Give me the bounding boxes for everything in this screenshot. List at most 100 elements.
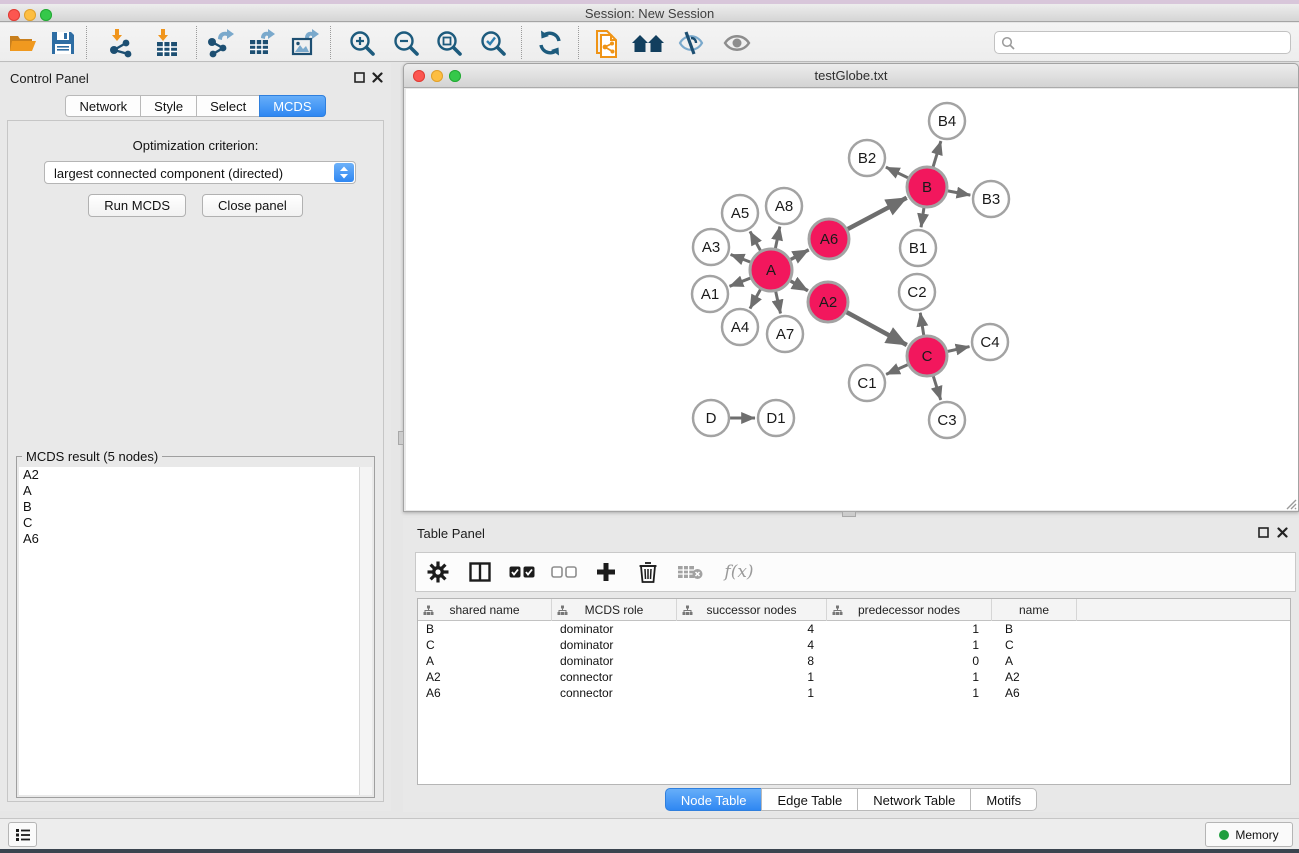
tab-select[interactable]: Select <box>196 95 259 117</box>
select-all-columns-button[interactable] <box>508 558 536 586</box>
table-cell[interactable]: A2 <box>418 669 552 685</box>
network-node-C3[interactable]: C3 <box>929 402 965 438</box>
network-vertical-scroll-thumb[interactable] <box>398 431 404 445</box>
delete-column-button[interactable] <box>634 558 662 586</box>
network-node-D[interactable]: D <box>693 400 729 436</box>
tab-network[interactable]: Network <box>65 95 140 117</box>
column-header-successor-nodes[interactable]: successor nodes <box>677 599 827 621</box>
open-file-button[interactable] <box>6 27 40 59</box>
refresh-button[interactable] <box>533 27 567 59</box>
network-node-A4[interactable]: A4 <box>722 309 758 345</box>
table-cell[interactable]: C <box>418 637 552 653</box>
network-node-A1[interactable]: A1 <box>692 276 728 312</box>
table-cell[interactable]: C <box>992 637 1077 653</box>
table-row[interactable]: Cdominator41C <box>418 637 1290 653</box>
home-layout-button[interactable] <box>631 27 665 59</box>
zoom-fit-button[interactable] <box>432 27 466 59</box>
network-node-A[interactable]: A <box>750 249 792 291</box>
mcds-result-item[interactable]: A6 <box>19 531 359 547</box>
memory-button[interactable]: Memory <box>1205 822 1293 847</box>
table-row[interactable]: A2connector11A2 <box>418 669 1290 685</box>
network-node-C4[interactable]: C4 <box>972 324 1008 360</box>
table-cell[interactable]: 1 <box>827 637 992 653</box>
unselect-all-columns-button[interactable] <box>550 558 578 586</box>
table-cell[interactable]: A <box>992 653 1077 669</box>
delete-table-button[interactable] <box>676 558 704 586</box>
table-cell[interactable]: 1 <box>827 669 992 685</box>
export-image-button[interactable] <box>288 27 322 59</box>
network-horizontal-scroll-thumb[interactable] <box>842 511 856 517</box>
import-network-button[interactable] <box>104 27 138 59</box>
result-scrollbar[interactable] <box>359 467 372 795</box>
table-cell[interactable]: dominator <box>552 653 677 669</box>
table-cell[interactable]: connector <box>552 685 677 701</box>
tab-edge-table[interactable]: Edge Table <box>761 788 857 811</box>
mcds-result-item[interactable]: A <box>19 483 359 499</box>
table-cell[interactable]: 4 <box>677 621 827 637</box>
mcds-result-item[interactable]: B <box>19 499 359 515</box>
resize-grip[interactable] <box>1284 497 1297 510</box>
network-node-A3[interactable]: A3 <box>693 229 729 265</box>
table-cell[interactable]: connector <box>552 669 677 685</box>
column-header-shared-name[interactable]: shared name <box>418 599 552 621</box>
show-graphics-details-button[interactable] <box>720 27 754 59</box>
import-table-button[interactable] <box>150 27 184 59</box>
table-cell[interactable]: 1 <box>827 621 992 637</box>
network-node-B[interactable]: B <box>907 167 947 207</box>
column-header-MCDS-role[interactable]: MCDS role <box>552 599 677 621</box>
function-builder-button[interactable]: f(x) <box>718 558 760 586</box>
network-node-C[interactable]: C <box>907 336 947 376</box>
network-node-B4[interactable]: B4 <box>929 103 965 139</box>
search-input[interactable] <box>1019 33 1284 52</box>
new-network-from-file-button[interactable] <box>591 27 625 59</box>
network-window-titlebar[interactable]: testGlobe.txt <box>404 64 1298 88</box>
network-node-C1[interactable]: C1 <box>849 365 885 401</box>
network-node-A8[interactable]: A8 <box>766 188 802 224</box>
mcds-result-item[interactable]: A2 <box>19 467 359 483</box>
tab-node-table[interactable]: Node Table <box>665 788 762 811</box>
table-cell[interactable]: 1 <box>677 669 827 685</box>
save-session-button[interactable] <box>46 27 80 59</box>
run-mcds-button[interactable]: Run MCDS <box>88 194 186 217</box>
zoom-in-button[interactable] <box>345 27 379 59</box>
optimization-criterion-select[interactable]: largest connected component (directed) <box>44 161 356 184</box>
network-node-B2[interactable]: B2 <box>849 140 885 176</box>
network-node-A5[interactable]: A5 <box>722 195 758 231</box>
column-header-name[interactable]: name <box>992 599 1077 621</box>
table-row[interactable]: Adominator80A <box>418 653 1290 669</box>
table-cell[interactable]: dominator <box>552 621 677 637</box>
zoom-out-button[interactable] <box>389 27 423 59</box>
table-cell[interactable]: 0 <box>827 653 992 669</box>
table-cell[interactable]: B <box>418 621 552 637</box>
task-history-button[interactable] <box>8 822 37 847</box>
network-node-B1[interactable]: B1 <box>900 230 936 266</box>
tab-network-table[interactable]: Network Table <box>857 788 970 811</box>
tab-style[interactable]: Style <box>140 95 196 117</box>
show-column-button[interactable] <box>466 558 494 586</box>
hide-graphics-details-button[interactable] <box>674 27 708 59</box>
network-node-A7[interactable]: A7 <box>767 316 803 352</box>
network-canvas[interactable]: B4B2BB3A5A8A6A3B1AC2A1A2A4A7CC4C1C3DD1 <box>406 89 1298 510</box>
table-cell[interactable]: B <box>992 621 1077 637</box>
table-cell[interactable]: 4 <box>677 637 827 653</box>
table-cell[interactable]: A6 <box>992 685 1077 701</box>
network-node-A6[interactable]: A6 <box>809 219 849 259</box>
table-cell[interactable]: 1 <box>827 685 992 701</box>
tab-mcds[interactable]: MCDS <box>259 95 325 117</box>
close-panel-button[interactable]: Close panel <box>202 194 303 217</box>
mcds-result-item[interactable]: C <box>19 515 359 531</box>
tab-motifs[interactable]: Motifs <box>970 788 1037 811</box>
export-network-button[interactable] <box>203 27 237 59</box>
mcds-result-list[interactable]: A2ABCA6 <box>19 467 359 795</box>
close-panel-icon[interactable] <box>1277 527 1288 538</box>
table-cell[interactable]: A6 <box>418 685 552 701</box>
network-node-A2[interactable]: A2 <box>808 282 848 322</box>
close-panel-icon[interactable] <box>372 72 383 83</box>
table-row[interactable]: A6connector11A6 <box>418 685 1290 701</box>
table-cell[interactable]: 1 <box>677 685 827 701</box>
float-panel-icon[interactable] <box>354 72 365 83</box>
add-column-button[interactable] <box>592 558 620 586</box>
table-cell[interactable]: A <box>418 653 552 669</box>
network-node-D1[interactable]: D1 <box>758 400 794 436</box>
export-table-button[interactable] <box>245 27 279 59</box>
